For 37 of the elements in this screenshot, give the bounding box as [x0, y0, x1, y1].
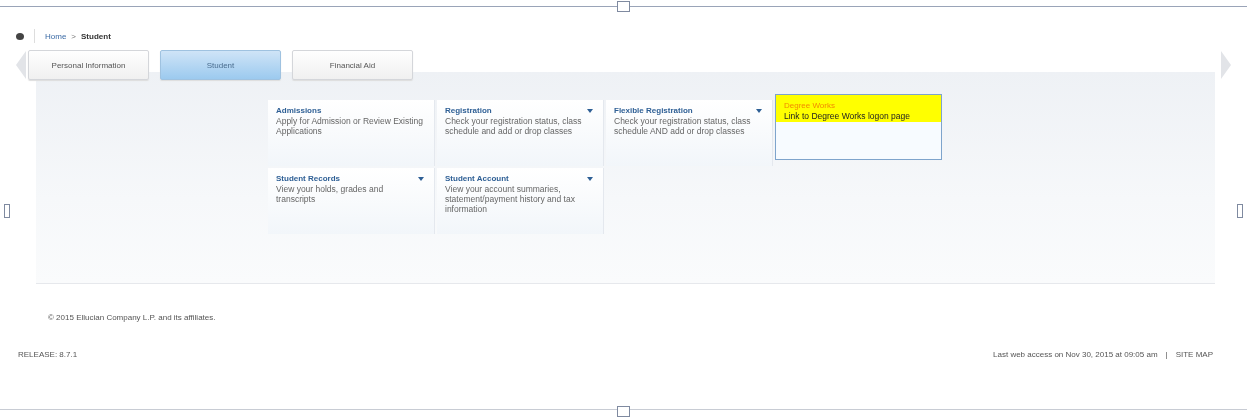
last-access-text: Last web access on Nov 30, 2015 at 09:05 am — [993, 350, 1158, 359]
card-description: View your account summaries, statement/payment history and tax information — [445, 184, 576, 214]
copyright-text: © 2015 Ellucian Company L.P. and its affiliates. — [47, 312, 217, 324]
menu-card[interactable]: Degree Works Link to Degree Works logon page — [775, 94, 942, 160]
card-description: Check your registration status, class schedule and add or drop classes — [445, 116, 583, 136]
card-title-link[interactable]: Registration — [445, 106, 492, 115]
menu-card[interactable]: Flexible Registration Check your registration status, class schedule AND add or drop classes — [606, 100, 773, 166]
card-title-link[interactable]: Flexible Registration — [614, 106, 693, 115]
card-title-link[interactable]: Student Account — [445, 174, 509, 183]
site-map-link[interactable]: SITE MAP — [1175, 350, 1213, 359]
tab[interactable]: Financial Aid — [292, 50, 413, 80]
separator-text: | — [1165, 350, 1168, 359]
back-icon[interactable] — [16, 32, 24, 40]
resize-handle[interactable] — [1237, 204, 1243, 218]
caret-icon[interactable] — [587, 108, 593, 113]
caret-icon[interactable] — [418, 176, 424, 181]
menu-card[interactable]: Admissions Apply for Admission or Review Existing Applications — [268, 100, 435, 166]
resize-handle[interactable] — [617, 1, 630, 12]
caret-icon[interactable] — [587, 176, 593, 181]
caret-icon[interactable] — [756, 108, 762, 113]
resize-handle[interactable] — [617, 406, 630, 417]
separator-text: > — [71, 31, 76, 41]
card-description: Apply for Admission or Review Existing Applications — [276, 116, 424, 136]
tab[interactable]: Student — [160, 50, 281, 80]
breadcrumb-current: Student — [81, 31, 111, 41]
menu-card[interactable]: Student Account View your account summaries, statement/payment history and tax information — [437, 168, 604, 234]
card-description: Check your registration status, class schedule AND add or drop classes — [614, 116, 752, 136]
menu-card[interactable]: Registration Check your registration status, class schedule and add or drop classes — [437, 100, 604, 166]
card-description: Link to Degree Works logon page — [784, 111, 911, 121]
card-title-link[interactable]: Student Records — [276, 174, 340, 183]
tab[interactable]: Personal Information — [28, 50, 149, 80]
card-description: View your holds, grades and transcripts — [276, 184, 385, 204]
release-text: RELEASE: 8.7.1 — [18, 350, 78, 359]
resize-handle[interactable] — [4, 204, 10, 218]
menu-card[interactable]: Student Records View your holds, grades and transcripts — [268, 168, 435, 234]
breadcrumb-link[interactable]: Home — [45, 31, 67, 41]
card-title-link[interactable]: Admissions — [276, 106, 322, 115]
